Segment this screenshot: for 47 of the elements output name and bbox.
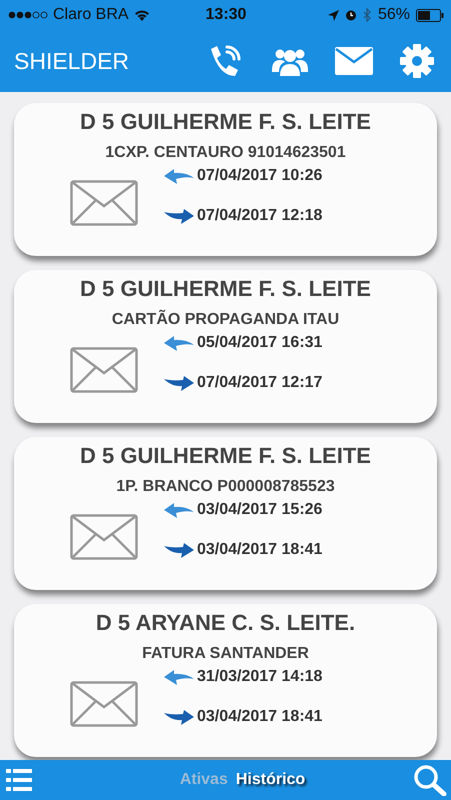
envelope-icon	[70, 347, 138, 393]
bluetooth-icon	[362, 8, 372, 22]
delivered-date: 03/04/2017 18:41	[197, 708, 322, 726]
recipient-name: D 5 GUILHERME F. S. LEITE	[80, 276, 371, 302]
wifi-icon	[134, 9, 150, 21]
envelope-icon	[70, 681, 138, 727]
recipient-name: D 5 GUILHERME F. S. LEITE	[80, 443, 371, 469]
envelope-icon	[70, 180, 138, 226]
received-date: 05/04/2017 16:31	[197, 334, 322, 352]
received-date: 03/04/2017 15:26	[197, 501, 322, 519]
delivered-date: 07/04/2017 12:18	[197, 207, 322, 225]
received-date: 07/04/2017 10:26	[197, 167, 322, 185]
tab[interactable]: Histórico	[236, 771, 306, 789]
mail-card[interactable]: D 5 ARYANE C. S. LEITE. FATURA SANTANDER 31/03/2017 14:18 03/04/2017 18:41	[14, 604, 437, 757]
item-description: 1P. BRANCO P000008785523	[116, 478, 335, 496]
search-icon[interactable]	[413, 764, 447, 796]
app-title: SHIELDER	[14, 48, 130, 74]
arrow-left-icon	[164, 335, 194, 351]
delivered-date: 03/04/2017 18:41	[197, 541, 322, 559]
envelope-icon	[70, 514, 138, 560]
arrow-left-icon	[164, 168, 194, 184]
arrow-right-icon	[164, 542, 194, 558]
delivered-date: 07/04/2017 12:17	[197, 374, 322, 392]
arrow-left-icon	[164, 502, 194, 518]
arrow-right-icon	[164, 208, 194, 224]
recipient-name: D 5 GUILHERME F. S. LEITE	[80, 109, 371, 135]
settings-icon[interactable]	[399, 43, 435, 79]
received-date: 31/03/2017 14:18	[197, 668, 322, 686]
recipient-name: D 5 ARYANE C. S. LEITE.	[96, 610, 356, 636]
arrow-right-icon	[164, 375, 194, 391]
battery-icon	[416, 8, 444, 22]
item-description: 1CXP. CENTAURO 91014623501	[105, 144, 346, 162]
item-description: CARTÃO PROPAGANDA ITAU	[112, 311, 340, 329]
arrow-left-icon	[164, 669, 194, 685]
item-description: FATURA SANTANDER	[142, 645, 309, 663]
mail-card[interactable]: D 5 GUILHERME F. S. LEITE 1P. BRANCO P000008785523 03/04/2017 15:26 03/04/2017 18:41	[14, 437, 437, 590]
signal-icon	[8, 11, 48, 19]
carrier-name: Claro BRA	[53, 6, 129, 24]
menu-icon[interactable]	[6, 768, 32, 792]
mail-card[interactable]: D 5 GUILHERME F. S. LEITE 1CXP. CENTAURO 91014623501 07/04/2017 10:26 07/04/2017 12:18	[14, 103, 437, 256]
status-time: 13:30	[206, 6, 246, 24]
location-icon	[328, 10, 339, 20]
mail-card[interactable]: D 5 GUILHERME F. S. LEITE CARTÃO PROPAGANDA ITAU 05/04/2017 16:31 07/04/2017 12:17	[14, 270, 437, 423]
mail-icon[interactable]	[335, 47, 373, 75]
battery-percent: 56%	[378, 6, 410, 24]
alarm-icon	[344, 9, 357, 21]
arrow-right-icon	[164, 709, 194, 725]
